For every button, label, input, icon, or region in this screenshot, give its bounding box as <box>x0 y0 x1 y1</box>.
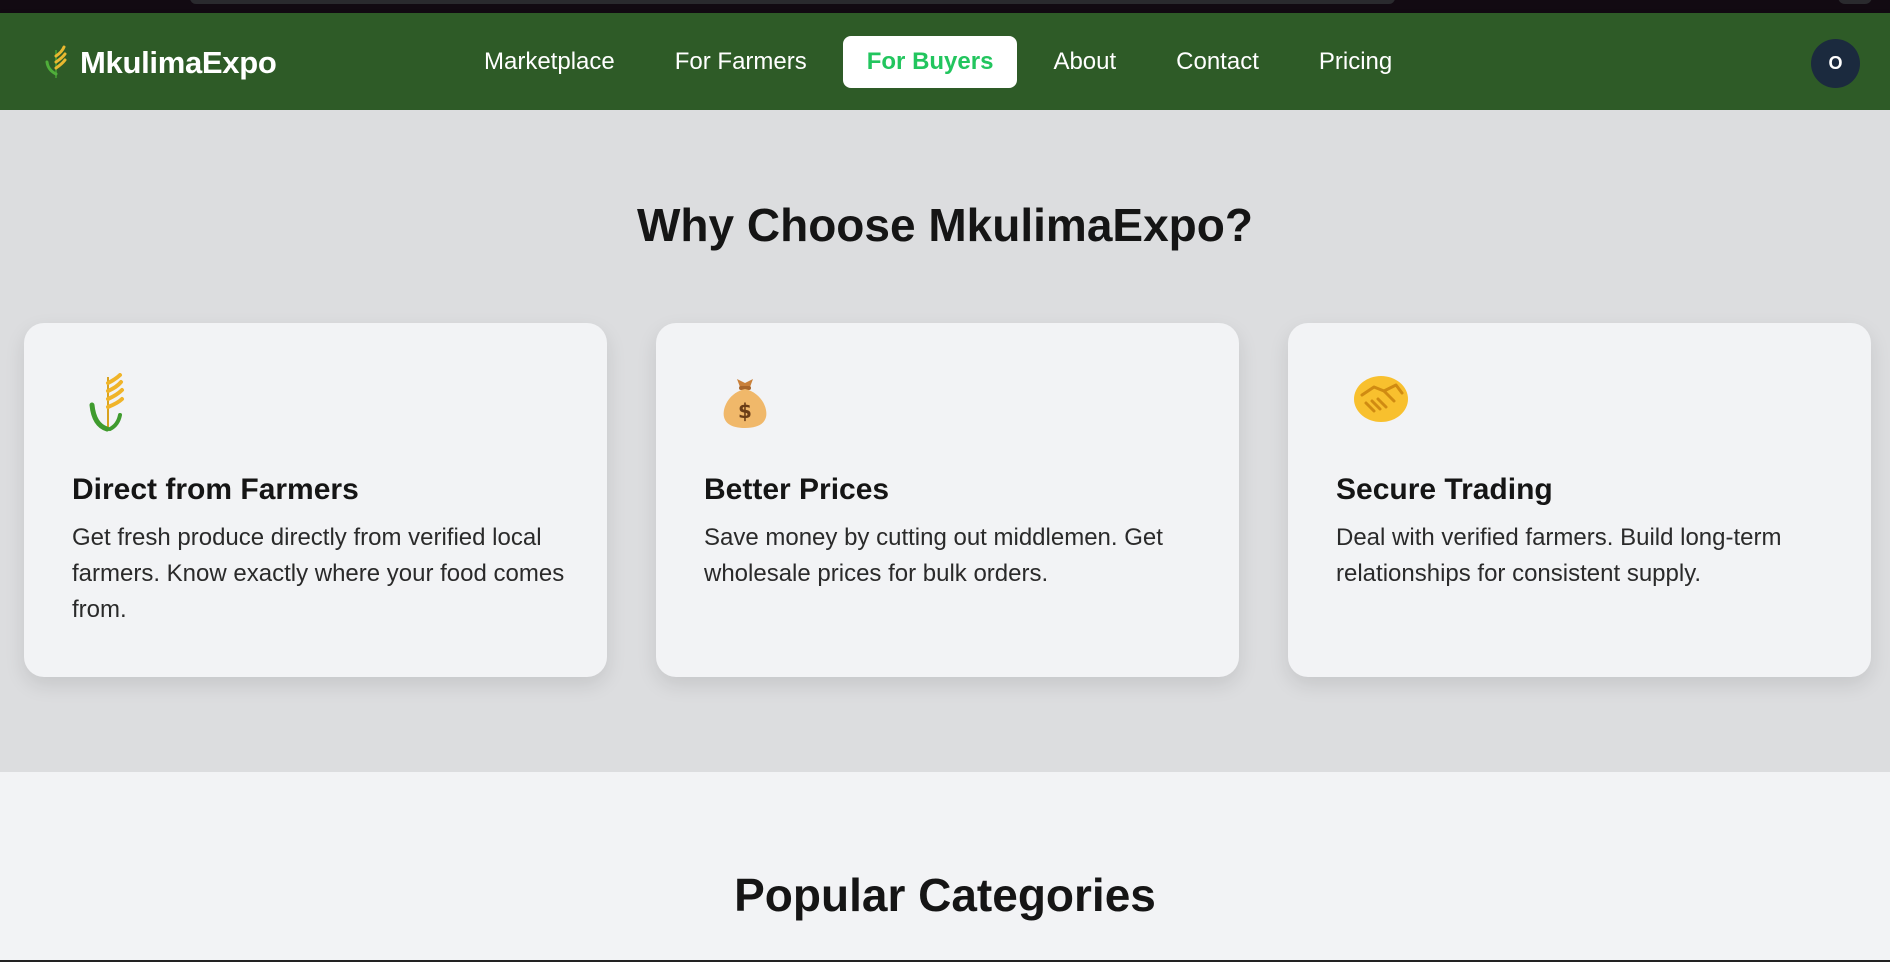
card-title: Secure Trading <box>1336 473 1553 506</box>
wheat-icon <box>44 44 68 83</box>
feature-card-direct-from-farmers: Direct from Farmers Get fresh produce di… <box>24 323 607 677</box>
card-description: Get fresh produce directly from verified… <box>72 524 565 623</box>
user-avatar[interactable]: O <box>1811 39 1860 88</box>
card-description: Deal with verified farmers. Build long-t… <box>1336 524 1782 587</box>
card-title: Better Prices <box>704 473 890 506</box>
nav-link-contact[interactable]: Contact <box>1152 36 1283 88</box>
money-bag-icon: $ <box>720 373 770 434</box>
card-description: Save money by cutting out middlemen. Get… <box>704 524 1163 587</box>
nav-link-for-buyers[interactable]: For Buyers <box>842 35 1018 88</box>
browser-top-strip <box>0 0 1890 13</box>
browser-control <box>1838 0 1872 4</box>
why-choose-section: Why Choose MkulimaExpo? Direct from Farm… <box>0 110 1890 772</box>
section-title: Why Choose MkulimaExpo? <box>637 199 1253 251</box>
nav-link-about[interactable]: About <box>1029 36 1140 88</box>
svg-text:$: $ <box>738 399 752 423</box>
feature-card-secure-trading: Secure Trading Deal with verified farmer… <box>1288 323 1871 677</box>
brand-logo[interactable]: MkulimaExpo <box>44 43 277 83</box>
brand-name: MkulimaExpo <box>80 45 277 80</box>
handshake-icon <box>1352 373 1410 430</box>
nav-link-marketplace[interactable]: Marketplace <box>460 36 639 88</box>
top-navbar: MkulimaExpo Marketplace For Farmers For … <box>0 13 1890 110</box>
feature-card-better-prices: $ Better Prices Save money by cutting ou… <box>656 323 1239 677</box>
popular-categories-title: Popular Categories <box>734 869 1156 921</box>
browser-address-bar <box>190 0 1395 4</box>
wheat-icon <box>88 373 128 438</box>
nav-link-for-farmers[interactable]: For Farmers <box>651 36 831 88</box>
nav-link-pricing[interactable]: Pricing <box>1295 36 1416 88</box>
card-title: Direct from Farmers <box>72 473 359 506</box>
nav-links: Marketplace For Farmers For Buyers About… <box>460 35 1428 88</box>
